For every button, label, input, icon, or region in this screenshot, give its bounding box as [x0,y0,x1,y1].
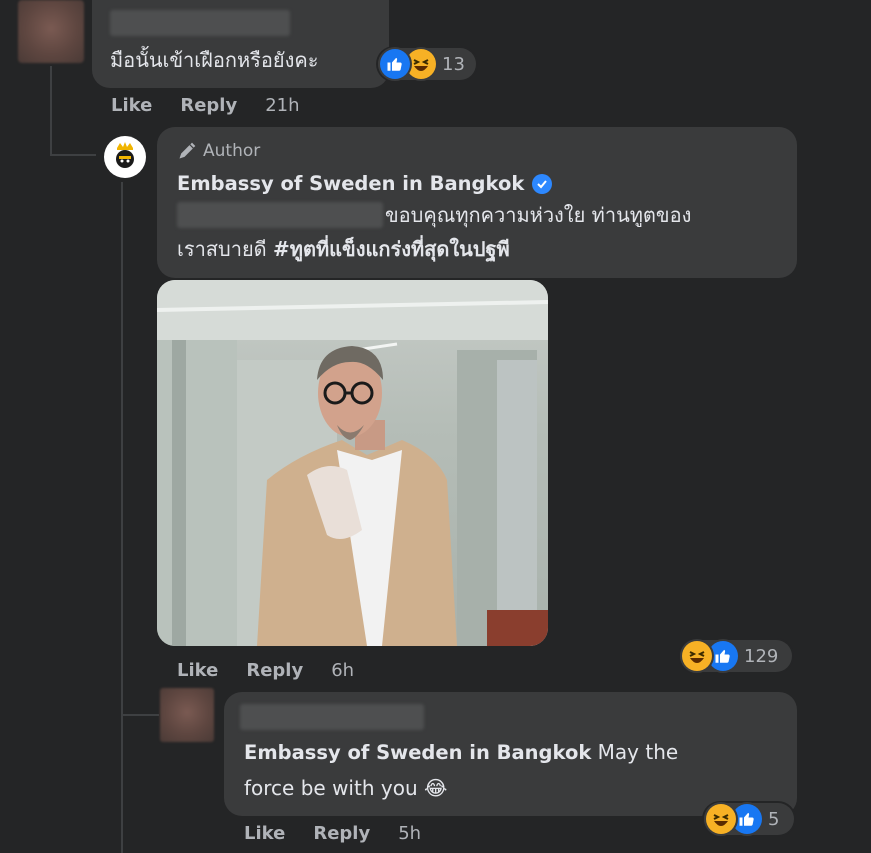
redacted-mention [177,202,383,228]
reply-button[interactable]: Reply [180,95,237,116]
reply-bubble: Author Embassy of Sweden in Bangkok ขอบค… [157,127,797,278]
like-button[interactable]: Like [244,823,285,844]
reaction-summary[interactable]: 129 [680,640,792,672]
reaction-summary[interactable]: 13 [378,48,476,80]
reply-actions: Like Reply 5h [244,823,421,844]
author-name[interactable]: Embassy of Sweden in Bangkok [177,172,524,195]
avatar[interactable] [18,0,84,63]
reply-text: May the [591,740,679,764]
reply-text-line1: Embassy of Sweden in Bangkok May the [244,740,678,765]
reply-text-line2: เราสบายดี #ทูตที่แข็งแกร่งที่สุดในปฐพี [177,237,510,261]
embassy-logo-icon [116,142,134,168]
comment-bubble: มือนั้นเข้าเฝือกหรือยังคะ [92,0,389,88]
reply-button[interactable]: Reply [313,823,370,844]
thread-line [50,66,52,156]
author-badge-label: Author [203,141,261,161]
reaction-count: 13 [442,53,465,75]
comment-text: มือนั้นเข้าเฝือกหรือยังคะ [110,48,319,72]
reaction-summary[interactable]: 5 [704,803,794,835]
mention-link[interactable]: Embassy of Sweden in Bangkok [244,741,591,764]
thread-connector [50,154,96,156]
like-icon [732,804,762,834]
reply-text: force be with you [244,776,424,800]
thread-line-nested [121,182,123,853]
reply-text-plain: เราสบายดี [177,237,274,261]
reaction-count: 5 [768,808,780,830]
comment-actions: Like Reply 21h [111,95,300,116]
comment-photo[interactable] [157,280,548,646]
page-avatar[interactable] [104,136,146,178]
timestamp[interactable]: 6h [331,660,354,681]
reply-actions: Like Reply 6h [177,660,354,681]
hashtag-link[interactable]: #ทูตที่แข็งแกร่งที่สุดในปฐพี [273,237,510,261]
reply-text-line1: ขอบคุณทุกความห่วงใย ท่านทูตของ [385,203,692,227]
reply-bubble: Embassy of Sweden in Bangkok May the for… [224,692,797,816]
haha-icon [406,49,436,79]
thread-connector-nested [121,714,159,716]
like-icon [380,49,410,79]
photo-man-in-suit [157,280,548,646]
reply-text-line2: force be with you 😂 [244,776,447,800]
verified-badge-icon [532,173,553,194]
like-button[interactable]: Like [111,95,152,116]
haha-icon [682,641,712,671]
author-badge: Author [177,141,260,161]
reply-button[interactable]: Reply [246,660,303,681]
redacted-name [240,704,424,730]
timestamp[interactable]: 5h [398,823,421,844]
pencil-icon [179,142,196,159]
haha-icon [706,804,736,834]
like-button[interactable]: Like [177,660,218,681]
reaction-count: 129 [744,645,779,667]
redacted-name [110,10,290,36]
tears-of-joy-emoji: 😂 [423,776,448,800]
timestamp[interactable]: 21h [265,95,299,116]
author-row: Embassy of Sweden in Bangkok [177,172,553,195]
like-icon [708,641,738,671]
avatar[interactable] [160,688,214,742]
